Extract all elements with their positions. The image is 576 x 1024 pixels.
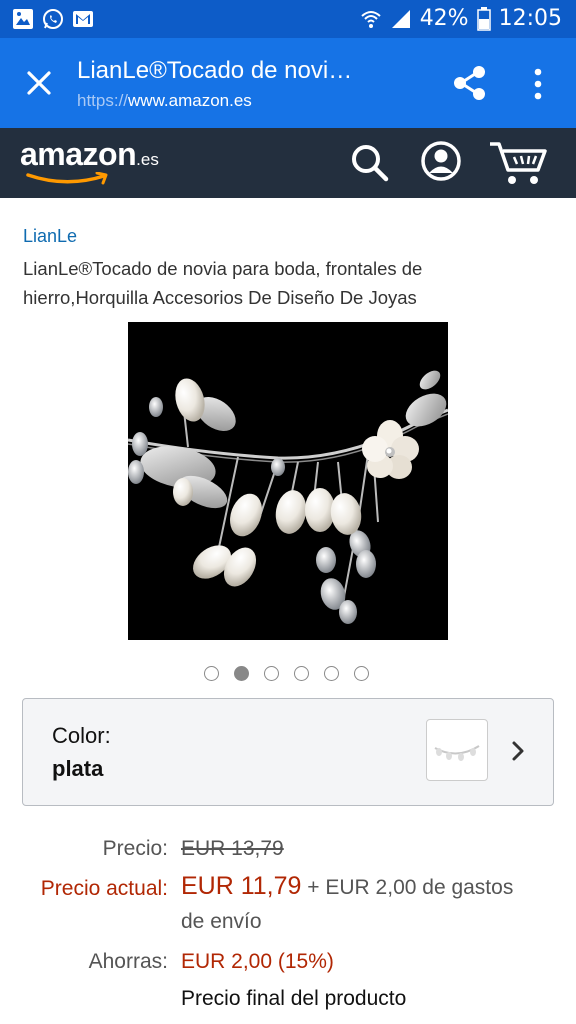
signal-icon <box>391 9 410 28</box>
overflow-menu-icon[interactable] <box>528 66 548 102</box>
page-url: https://www.amazon.es <box>77 91 252 111</box>
url-scheme: https:// <box>77 91 129 110</box>
current-price-label: Precio actual: <box>40 877 168 900</box>
battery-percent: 42% <box>419 6 469 31</box>
carousel-dot[interactable] <box>204 666 219 681</box>
status-bar: 42% 12:05 <box>0 0 576 38</box>
savings-label: Ahorras: <box>88 950 168 973</box>
shipping-cost-cont: de envío <box>181 910 262 933</box>
page-title: LianLe®Tocado de novi… <box>77 57 353 84</box>
current-price: EUR 11,79 <box>181 872 302 900</box>
amazon-logo[interactable]: amazon.es <box>20 136 159 185</box>
search-icon[interactable] <box>350 143 390 183</box>
carousel-dot[interactable] <box>294 666 309 681</box>
carousel-dot[interactable] <box>234 666 249 681</box>
logo-word: amazon <box>20 136 137 172</box>
share-icon[interactable] <box>452 64 488 102</box>
brand-link[interactable]: LianLe <box>23 226 77 247</box>
current-price-block: EUR 11,79 + EUR 2,00 de gastos <box>181 872 513 901</box>
product-title: LianLe®Tocado de novia para boda, fronta… <box>23 258 423 308</box>
list-price: EUR 13,79 <box>181 837 284 860</box>
battery-icon <box>476 6 491 31</box>
shipping-cost: + EUR 2,00 de gastos <box>307 876 514 899</box>
image-carousel-dots[interactable] <box>204 666 369 681</box>
account-icon[interactable] <box>420 140 462 182</box>
product-image[interactable] <box>128 322 448 640</box>
list-price-label: Precio: <box>102 837 168 860</box>
variation-label: Color: <box>52 723 111 748</box>
logo-tld: .es <box>136 150 159 169</box>
url-host: www.amazon.es <box>128 91 252 110</box>
cart-icon[interactable] <box>488 140 548 186</box>
amazon-smile-icon <box>26 172 108 185</box>
whatsapp-icon <box>43 9 63 29</box>
carousel-dot[interactable] <box>354 666 369 681</box>
gmail-icon <box>73 11 93 27</box>
color-variation-selector[interactable]: Color: plata <box>22 698 554 806</box>
final-price-note: Precio final del producto <box>181 987 407 1010</box>
variation-thumbnail <box>426 719 488 781</box>
gallery-notification-icon <box>13 9 33 29</box>
carousel-dot[interactable] <box>264 666 279 681</box>
savings-amount: EUR 2,00 (15%) <box>181 950 334 973</box>
browser-toolbar: LianLe®Tocado de novi… https://www.amazo… <box>0 38 576 128</box>
clock: 12:05 <box>498 6 562 31</box>
wifi-icon <box>361 10 381 28</box>
variation-value: plata <box>52 756 104 781</box>
chevron-right-icon <box>512 741 524 761</box>
carousel-dot[interactable] <box>324 666 339 681</box>
close-icon[interactable] <box>24 68 54 98</box>
amazon-header: amazon.es <box>0 128 576 198</box>
